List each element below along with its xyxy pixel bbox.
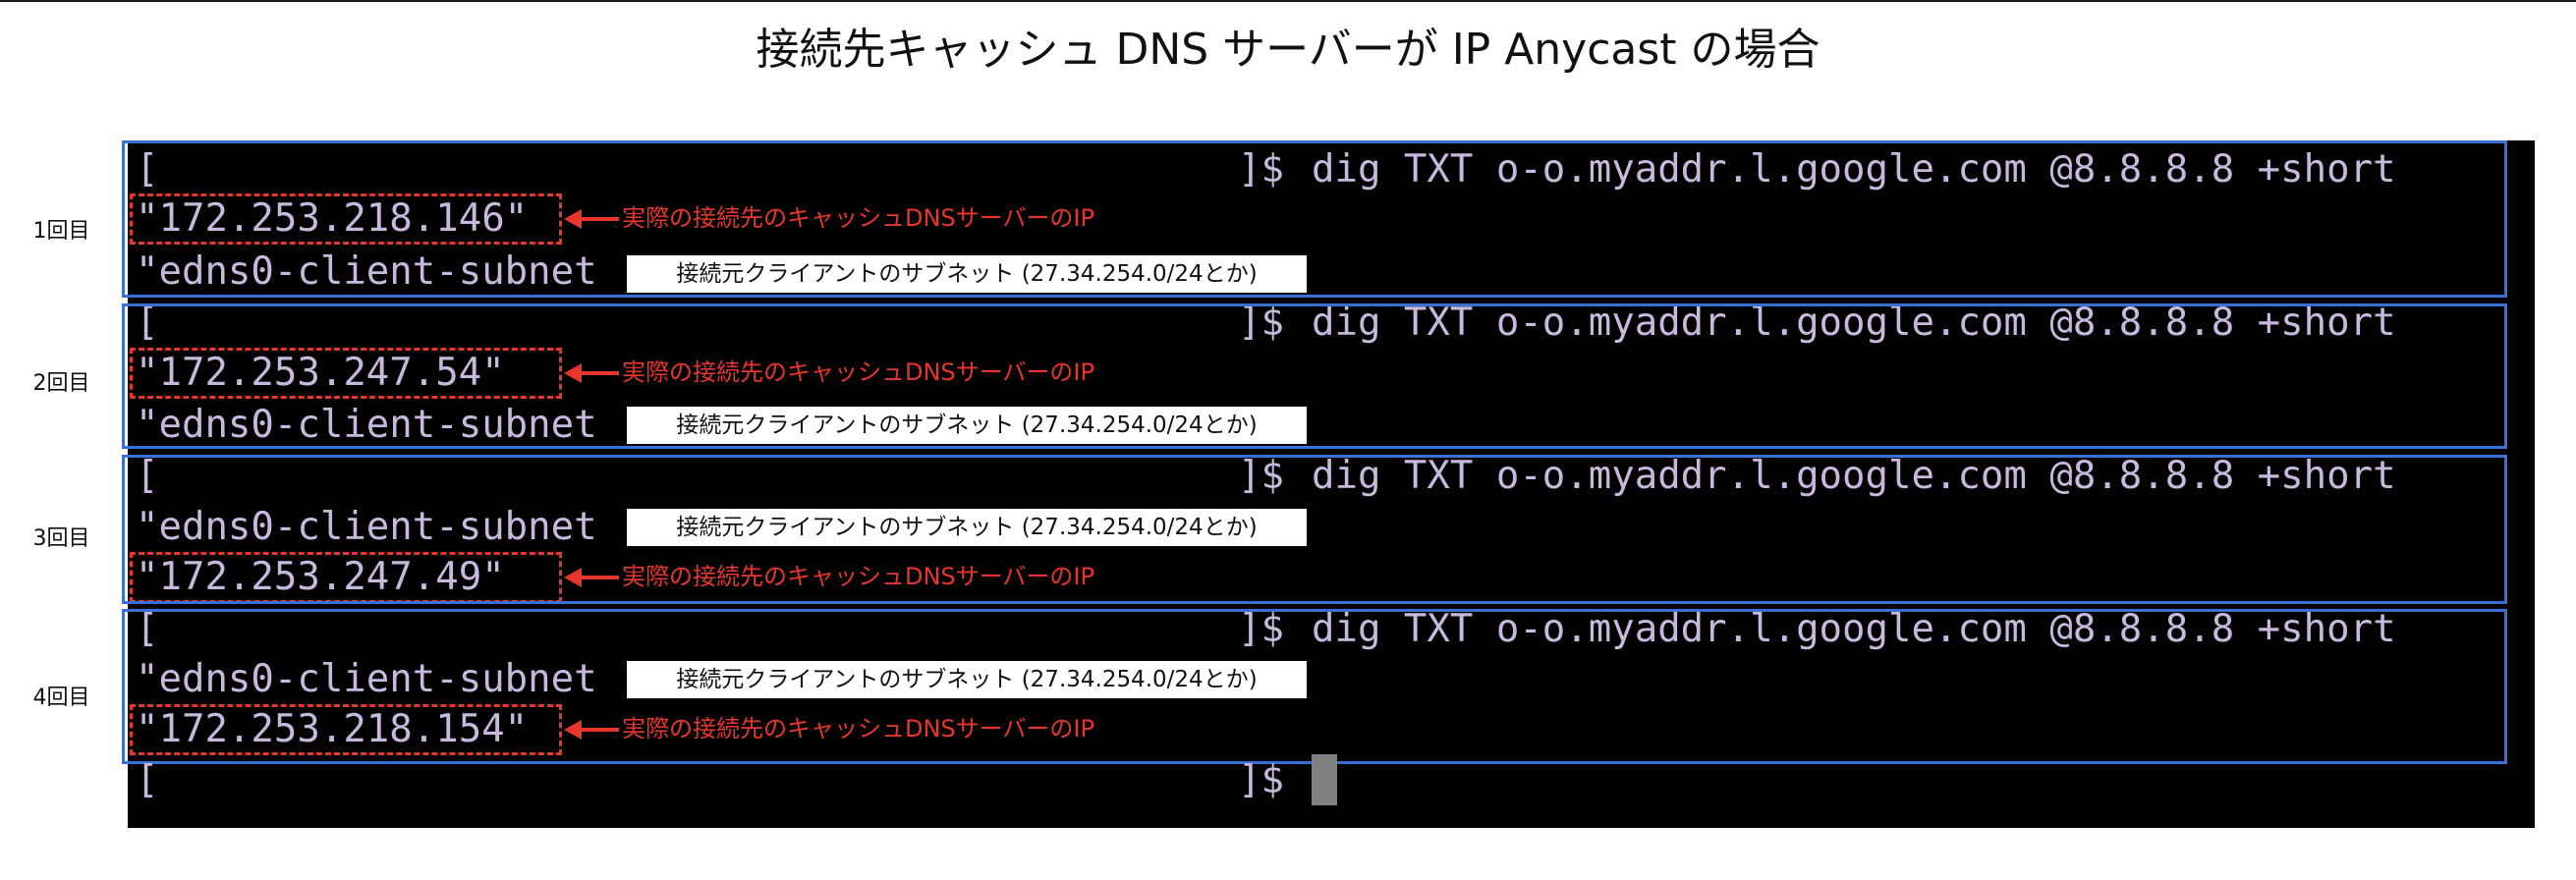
run-label-4: 4回目 [32, 686, 90, 710]
run-label-3: 3回目 [32, 526, 90, 551]
top-divider [0, 0, 2576, 2]
run-box-3 [122, 455, 2507, 604]
run-box-2 [122, 303, 2507, 449]
prompt-close-final: ]$ [1238, 758, 1284, 802]
run-label-1: 1回目 [32, 219, 90, 244]
run-label-2: 2回目 [32, 371, 90, 396]
page-title: 接続先キャッシュ DNS サーバーが IP Anycast の場合 [756, 25, 1820, 75]
terminal-cursor [1312, 754, 1337, 805]
prompt-open-final: [ [136, 758, 159, 802]
run-box-4 [122, 609, 2507, 764]
run-box-1 [122, 140, 2507, 298]
